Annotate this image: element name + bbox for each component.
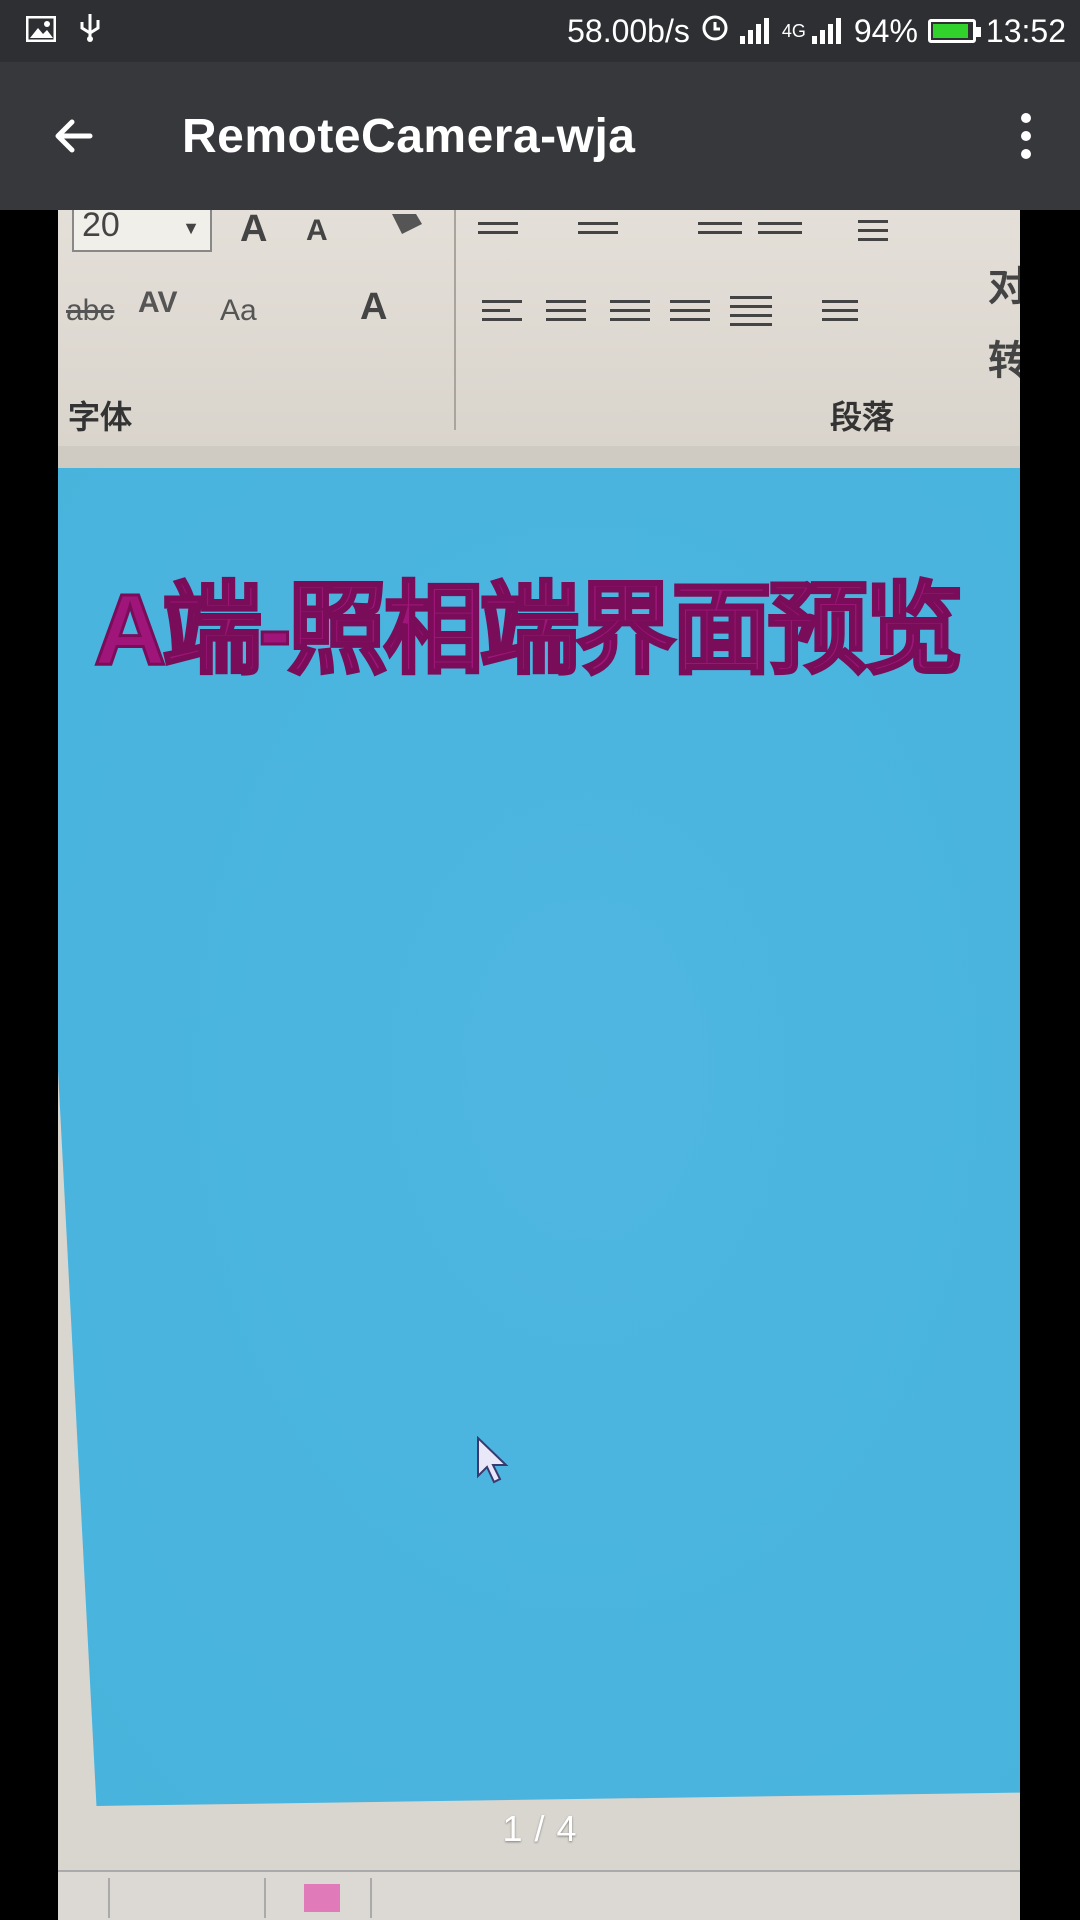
font-color-text: A: [360, 286, 388, 328]
font-group-label: 字体: [68, 399, 133, 435]
strikethrough-text: abc: [66, 294, 115, 327]
clock: 13:52: [985, 12, 1066, 49]
network-type: 4G: [781, 20, 806, 41]
status-left: [25, 12, 124, 50]
battery-percent: 94%: [853, 12, 918, 49]
app-bar: RemoteCamera-wja: [0, 62, 1080, 210]
numbering-icon: [578, 216, 628, 240]
usb-icon: [78, 12, 102, 50]
bullets-icon: [478, 216, 528, 240]
more-options-button[interactable]: [996, 94, 1056, 178]
paragraph-group-label: 段落: [830, 399, 895, 435]
image-icon: [25, 13, 57, 50]
format-painter-icon: [388, 210, 428, 245]
align-right-icon: [610, 294, 650, 327]
taskbar-item: [114, 1878, 266, 1918]
status-bar: 58.00b/s 4G 94% 13:52: [0, 0, 1080, 62]
dot-icon: [1021, 149, 1031, 159]
alarm-icon: [700, 12, 730, 50]
text-direction-fragment: 对: [988, 265, 1020, 309]
arrow-back-icon: [55, 119, 93, 153]
char-spacing-text: AV: [138, 286, 178, 319]
battery-fill: [932, 24, 969, 38]
shrink-font-text: A: [306, 214, 328, 247]
ribbon-divider: [58, 446, 1020, 470]
page-indicator: 1 / 4: [502, 1808, 578, 1849]
taskbar-item: [58, 1878, 110, 1918]
signal-icon: [739, 18, 772, 44]
justify-icon: [670, 294, 710, 327]
signal-4g-icon: [811, 18, 844, 44]
convert-fragment: 转: [988, 339, 1020, 383]
group-separator: [454, 210, 456, 430]
photo-viewer[interactable]: 20 ▼ A A abc AV Aa A 对 转 字体 段落 A端-照相端界面预览: [58, 210, 1020, 1920]
page-title: RemoteCamera-wja: [182, 109, 636, 163]
battery-icon: [927, 19, 981, 43]
slide-preview: A端-照相端界面预览: [58, 468, 1020, 1806]
change-case-text: Aa: [220, 294, 257, 327]
ribbon-screenshot: 20 ▼ A A abc AV Aa A 对 转 字体 段落: [58, 210, 1020, 470]
mouse-pointer-icon: [476, 1435, 510, 1491]
decrease-indent-icon: [698, 216, 748, 240]
increase-indent-icon: [758, 216, 808, 240]
columns-icon: [822, 294, 858, 327]
taskbar-strip: [58, 1870, 1020, 1920]
grow-font-text: A: [240, 210, 268, 250]
align-left-icon: [482, 294, 522, 327]
app-icon: [304, 1884, 340, 1912]
slide-title: A端-照相端界面预览: [93, 573, 966, 688]
align-center-icon: [546, 294, 586, 327]
font-size-value: 20: [82, 210, 120, 244]
status-right: 58.00b/s 4G 94% 13:52: [557, 12, 1066, 50]
taskbar-item: [270, 1878, 372, 1918]
dot-icon: [1021, 131, 1031, 141]
network-speed: 58.00b/s: [567, 12, 690, 49]
distributed-icon: [730, 290, 772, 332]
back-button[interactable]: [34, 96, 114, 176]
dropdown-icon: ▼: [182, 218, 200, 238]
font-size-box: 20 ▼: [72, 210, 212, 252]
line-spacing-icon: [858, 214, 898, 247]
dot-icon: [1021, 113, 1031, 123]
